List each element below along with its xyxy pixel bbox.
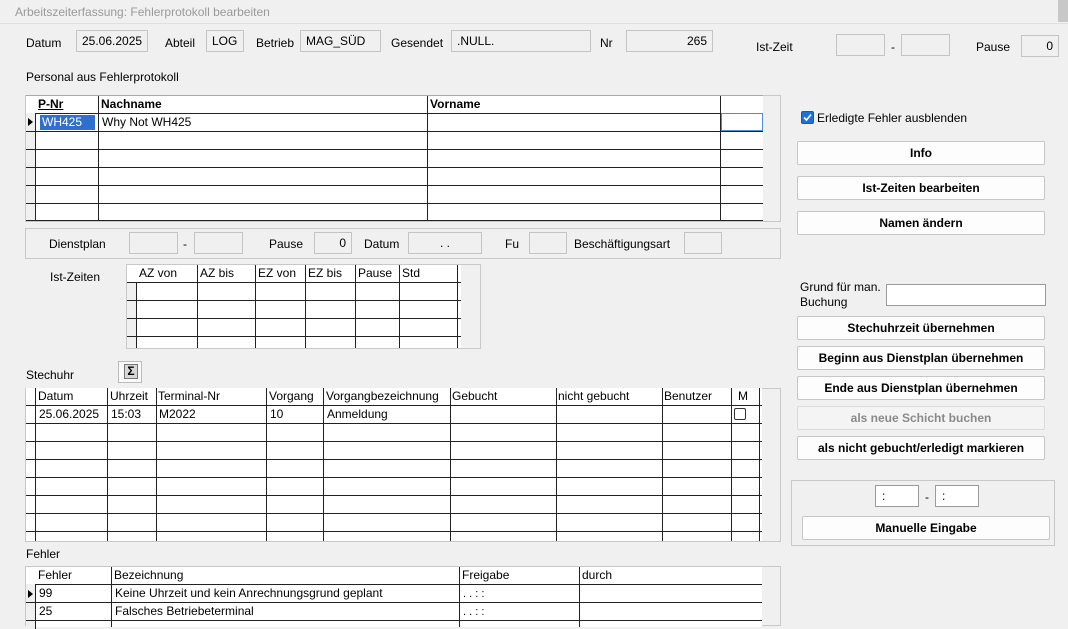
fehler-row-pointer-icon <box>28 590 33 598</box>
grund-label: Grund für man. Buchung <box>800 280 881 309</box>
fehler-table: Fehler Bezeichnung Freigabe durch 99 Kei… <box>26 567 762 629</box>
abteil-field[interactable]: LOG <box>206 30 244 52</box>
info-button[interactable]: Info <box>797 141 1045 165</box>
col-datum-header: Datum <box>38 389 74 403</box>
personal-nachname-cell[interactable]: Why Not WH425 <box>99 114 419 131</box>
stechuhr-vorgangbezeichnung-cell[interactable]: Anmeldung <box>324 406 452 423</box>
istzeit-bis-field[interactable] <box>901 34 950 56</box>
ende-aus-dienstplan-button[interactable]: Ende aus Dienstplan übernehmen <box>797 376 1045 400</box>
details-datum-field[interactable]: . . <box>408 232 482 254</box>
betrieb-field[interactable]: MAG_SÜD <box>300 30 381 52</box>
col-terminal-header: Terminal-Nr <box>158 389 221 403</box>
col-benutzer-header: Benutzer <box>664 389 713 403</box>
personal-table: P-Nr Nachname Vorname WH425 Why Not WH42… <box>26 95 763 221</box>
nr-label: Nr <box>600 36 613 50</box>
stechuhr-uhrzeit-cell[interactable]: 15:03 <box>108 406 156 423</box>
fehler-durch-cell[interactable] <box>580 585 680 602</box>
stechuhr-label: Stechuhr <box>26 368 75 382</box>
istzeit-label: Ist-Zeit <box>756 40 793 54</box>
col-std-header: Std <box>402 266 421 280</box>
dienstplan-dash: - <box>183 237 187 251</box>
check-icon <box>803 113 812 122</box>
fu-label: Fu <box>505 237 520 251</box>
col-uhrzeit-header: Uhrzeit <box>110 389 149 403</box>
col-nicht-gebucht-header: nicht gebucht <box>558 389 630 403</box>
fehler-freigabe-cell[interactable]: . . : : <box>460 604 570 621</box>
namen-aendern-button[interactable]: Namen ändern <box>797 211 1045 235</box>
istzeiten-table: AZ von AZ bis EZ von EZ bis Pause Std <box>127 265 461 348</box>
col-pause-header: Pause <box>358 266 393 280</box>
window-title: Arbeitszeiterfassung: Fehlerprotokoll be… <box>15 5 270 19</box>
manuell-bis-input[interactable]: : <box>935 485 979 507</box>
gesendet-field[interactable]: .NULL. <box>451 30 591 52</box>
stechuhr-vorgang-cell[interactable]: 10 <box>267 406 323 423</box>
stechuhr-datum-cell[interactable]: 25.06.2025 <box>36 406 106 423</box>
beschaeftigungsart-label: Beschäftigungsart <box>574 237 671 251</box>
details-pause-label: Pause <box>269 237 304 251</box>
fu-field[interactable] <box>529 232 567 254</box>
nr-field[interactable]: 265 <box>626 30 713 52</box>
personal-vorname-cell[interactable] <box>428 114 718 131</box>
details-pause-field[interactable]: 0 <box>314 232 352 254</box>
manuell-dash: - <box>925 490 929 504</box>
col-vorgang-header: Vorgang <box>269 389 314 403</box>
col-fehler-header: Fehler <box>38 568 73 582</box>
datum-field[interactable]: 25.06.2025 <box>76 30 148 52</box>
fehler-code-cell[interactable]: 25 <box>36 603 112 620</box>
gesendet-label: Gesendet <box>391 36 444 50</box>
personal-pnr-cell[interactable]: WH425 <box>39 114 95 131</box>
abteil-label: Abteil <box>165 36 196 50</box>
erledigte-label[interactable]: Erledigte Fehler ausblenden <box>817 111 967 125</box>
fehler-bezeichnung-cell[interactable]: Keine Uhrzeit und kein Anrechnungsgrund … <box>112 585 452 602</box>
col-m-header: M <box>738 389 748 403</box>
istzeiten-label: Ist-Zeiten <box>50 270 101 284</box>
col-durch-header: durch <box>582 568 613 582</box>
col-freigabe-header: Freigabe <box>462 568 510 582</box>
close-button[interactable] <box>1058 0 1068 22</box>
neue-schicht-button[interactable]: als neue Schicht buchen <box>797 406 1045 430</box>
stechuhr-terminal-cell[interactable]: M2022 <box>156 406 266 423</box>
fehler-code-cell[interactable]: 99 <box>36 585 112 602</box>
col-nachname-header[interactable]: Nachname <box>99 96 419 113</box>
beginn-aus-dienstplan-button[interactable]: Beginn aus Dienstplan übernehmen <box>797 346 1045 370</box>
col-vorgangbezeichnung-header: Vorgangbezeichnung <box>326 389 439 403</box>
row-pointer-icon <box>28 118 33 126</box>
fehler-label: Fehler <box>26 547 61 561</box>
details-datum-label: Datum <box>364 237 400 251</box>
grund-input[interactable] <box>886 284 1046 306</box>
manuelle-eingabe-button[interactable]: Manuelle Eingabe <box>802 516 1050 540</box>
manuell-von-input[interactable]: : <box>875 485 919 507</box>
col-gebucht-header: Gebucht <box>452 389 498 403</box>
ist-zeiten-bearbeiten-button[interactable]: Ist-Zeiten bearbeiten <box>797 176 1045 200</box>
pause-field[interactable]: 0 <box>1021 35 1059 57</box>
sum-icon: Σ <box>124 364 138 379</box>
col-az-von-header: AZ von <box>139 266 178 280</box>
betrieb-label: Betrieb <box>256 36 295 50</box>
dienstplan-bis-field[interactable] <box>194 232 243 254</box>
personal-section-label: Personal aus Fehlerprotokoll <box>26 70 179 84</box>
dienstplan-von-field[interactable] <box>129 232 178 254</box>
stechuhr-m-checkbox[interactable] <box>734 408 746 420</box>
erledigte-checkbox[interactable] <box>801 111 814 124</box>
sum-button[interactable]: Σ <box>118 361 142 383</box>
stechuhrzeit-uebernehmen-button[interactable]: Stechuhrzeit übernehmen <box>797 316 1045 340</box>
dienstplan-label: Dienstplan <box>49 237 106 251</box>
title-bar: Arbeitszeiterfassung: Fehlerprotokoll be… <box>0 0 1068 24</box>
istzeit-von-field[interactable] <box>836 34 885 56</box>
datum-label: Datum <box>26 36 62 50</box>
nicht-gebucht-markieren-button[interactable]: als nicht gebucht/erledigt markieren <box>797 436 1045 460</box>
fehler-durch-cell[interactable] <box>580 603 680 620</box>
col-vorname-header[interactable]: Vorname <box>428 96 708 113</box>
fehler-freigabe-cell[interactable]: . . : : <box>460 586 570 603</box>
beschaeftigungsart-field[interactable] <box>684 232 722 254</box>
col-pnr-header[interactable]: P-Nr <box>36 96 96 113</box>
col-ez-von-header: EZ von <box>258 266 297 280</box>
fehler-bezeichnung-cell[interactable]: Falsches Betriebeterminal <box>112 603 452 620</box>
pause-label: Pause <box>976 40 1011 54</box>
col-ez-bis-header: EZ bis <box>308 266 343 280</box>
istzeit-dash: - <box>891 40 895 54</box>
col-az-bis-header: AZ bis <box>200 266 235 280</box>
stechuhr-table: Datum Uhrzeit Terminal-Nr Vorgang Vorgan… <box>26 388 762 541</box>
col-bezeichnung-header: Bezeichnung <box>114 568 184 582</box>
